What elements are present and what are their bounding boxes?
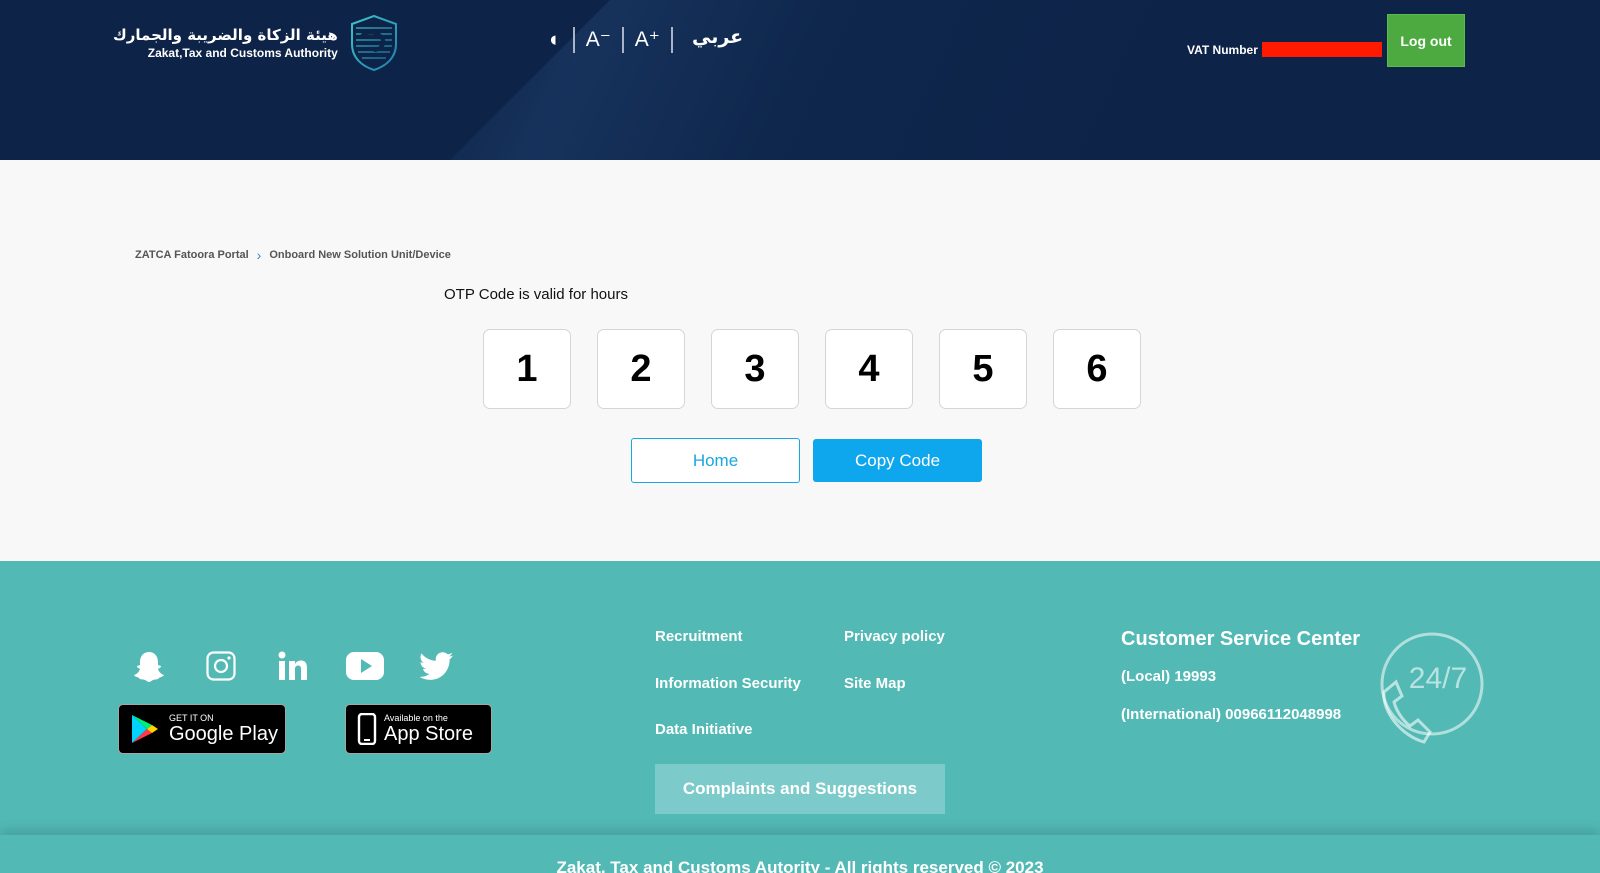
tool-divider [670, 27, 673, 53]
support-badge-text: 24/7 [1409, 662, 1467, 695]
tool-divider [572, 27, 575, 53]
increase-font-button[interactable]: A⁺ [624, 26, 671, 54]
linkedin-icon[interactable] [274, 647, 312, 685]
app-store-small-text: Available on the [384, 713, 448, 723]
privacy-policy-link[interactable]: Privacy policy [844, 628, 945, 645]
instagram-icon[interactable] [202, 647, 240, 685]
otp-digit-box: 1 [483, 329, 571, 409]
copyright-text: Zakat, Tax and Customs Autority - All ri… [556, 858, 1044, 873]
app-store-badge[interactable]: Available on the App Store [345, 704, 492, 754]
logo-arabic-name: هيئة الزكاة والضريبة والجمارك [113, 26, 338, 44]
decrease-font-button[interactable]: A⁻ [575, 26, 622, 54]
local-phone-number[interactable]: (Local) 19993 [1121, 668, 1216, 685]
otp-digit-box: 5 [939, 329, 1027, 409]
tool-divider [621, 27, 624, 53]
otp-digit-box: 2 [597, 329, 685, 409]
breadcrumb-portal-link[interactable]: ZATCA Fatoora Portal [135, 249, 249, 261]
otp-digit-box: 3 [711, 329, 799, 409]
accessibility-tools: ◐ A⁻ A⁺ [538, 26, 673, 54]
contrast-toggle-icon[interactable]: ◐ [538, 26, 573, 54]
google-play-badge[interactable]: GET IT ON Google Play [118, 704, 286, 754]
twitter-icon[interactable] [418, 647, 456, 685]
logo-text: هيئة الزكاة والضريبة والجمارك Zakat,Tax … [113, 25, 338, 61]
logout-button[interactable]: Log out [1387, 14, 1465, 67]
support-24-7-icon: 24/7 [1380, 632, 1484, 744]
otp-validity-title: OTP Code is valid for hours [444, 286, 628, 303]
vat-number-redacted [1261, 42, 1382, 57]
social-links [130, 647, 490, 685]
breadcrumb: ZATCA Fatoora Portal › Onboard New Solut… [135, 247, 451, 263]
zatca-emblem-icon [350, 14, 397, 72]
site-header: هيئة الزكاة والضريبة والجمارك Zakat,Tax … [0, 0, 1600, 160]
google-play-small-text: GET IT ON [169, 713, 214, 723]
international-phone-number[interactable]: (International) 00966112048998 [1121, 706, 1341, 723]
otp-digit-box: 6 [1053, 329, 1141, 409]
vat-number-label: VAT Number [1187, 42, 1258, 57]
app-store-big-text: App Store [384, 723, 473, 745]
customer-service-title: Customer Service Center [1121, 628, 1360, 650]
home-button[interactable]: Home [631, 438, 800, 483]
google-play-icon [132, 715, 158, 743]
complaints-suggestions-button[interactable]: Complaints and Suggestions [655, 764, 945, 814]
language-switch-link[interactable]: عربي [692, 26, 743, 48]
phone-icon [357, 713, 377, 745]
youtube-icon[interactable] [346, 647, 384, 685]
recruitment-link[interactable]: Recruitment [655, 628, 743, 645]
zatca-logo[interactable]: هيئة الزكاة والضريبة والجمارك Zakat,Tax … [113, 14, 400, 72]
snapchat-icon[interactable] [130, 647, 168, 685]
breadcrumb-current: Onboard New Solution Unit/Device [269, 249, 451, 261]
otp-code-row: 1 2 3 4 5 6 [483, 329, 1167, 409]
chevron-right-icon: › [256, 247, 262, 263]
vat-number: VAT Number [1187, 42, 1382, 57]
google-play-big-text: Google Play [169, 723, 278, 745]
data-initiative-link[interactable]: Data Initiative [655, 721, 753, 738]
copy-code-button[interactable]: Copy Code [813, 439, 982, 482]
logo-english-name: Zakat,Tax and Customs Authority [147, 46, 338, 60]
information-security-link[interactable]: Information Security [655, 675, 801, 692]
otp-digit-box: 4 [825, 329, 913, 409]
site-map-link[interactable]: Site Map [844, 675, 906, 692]
